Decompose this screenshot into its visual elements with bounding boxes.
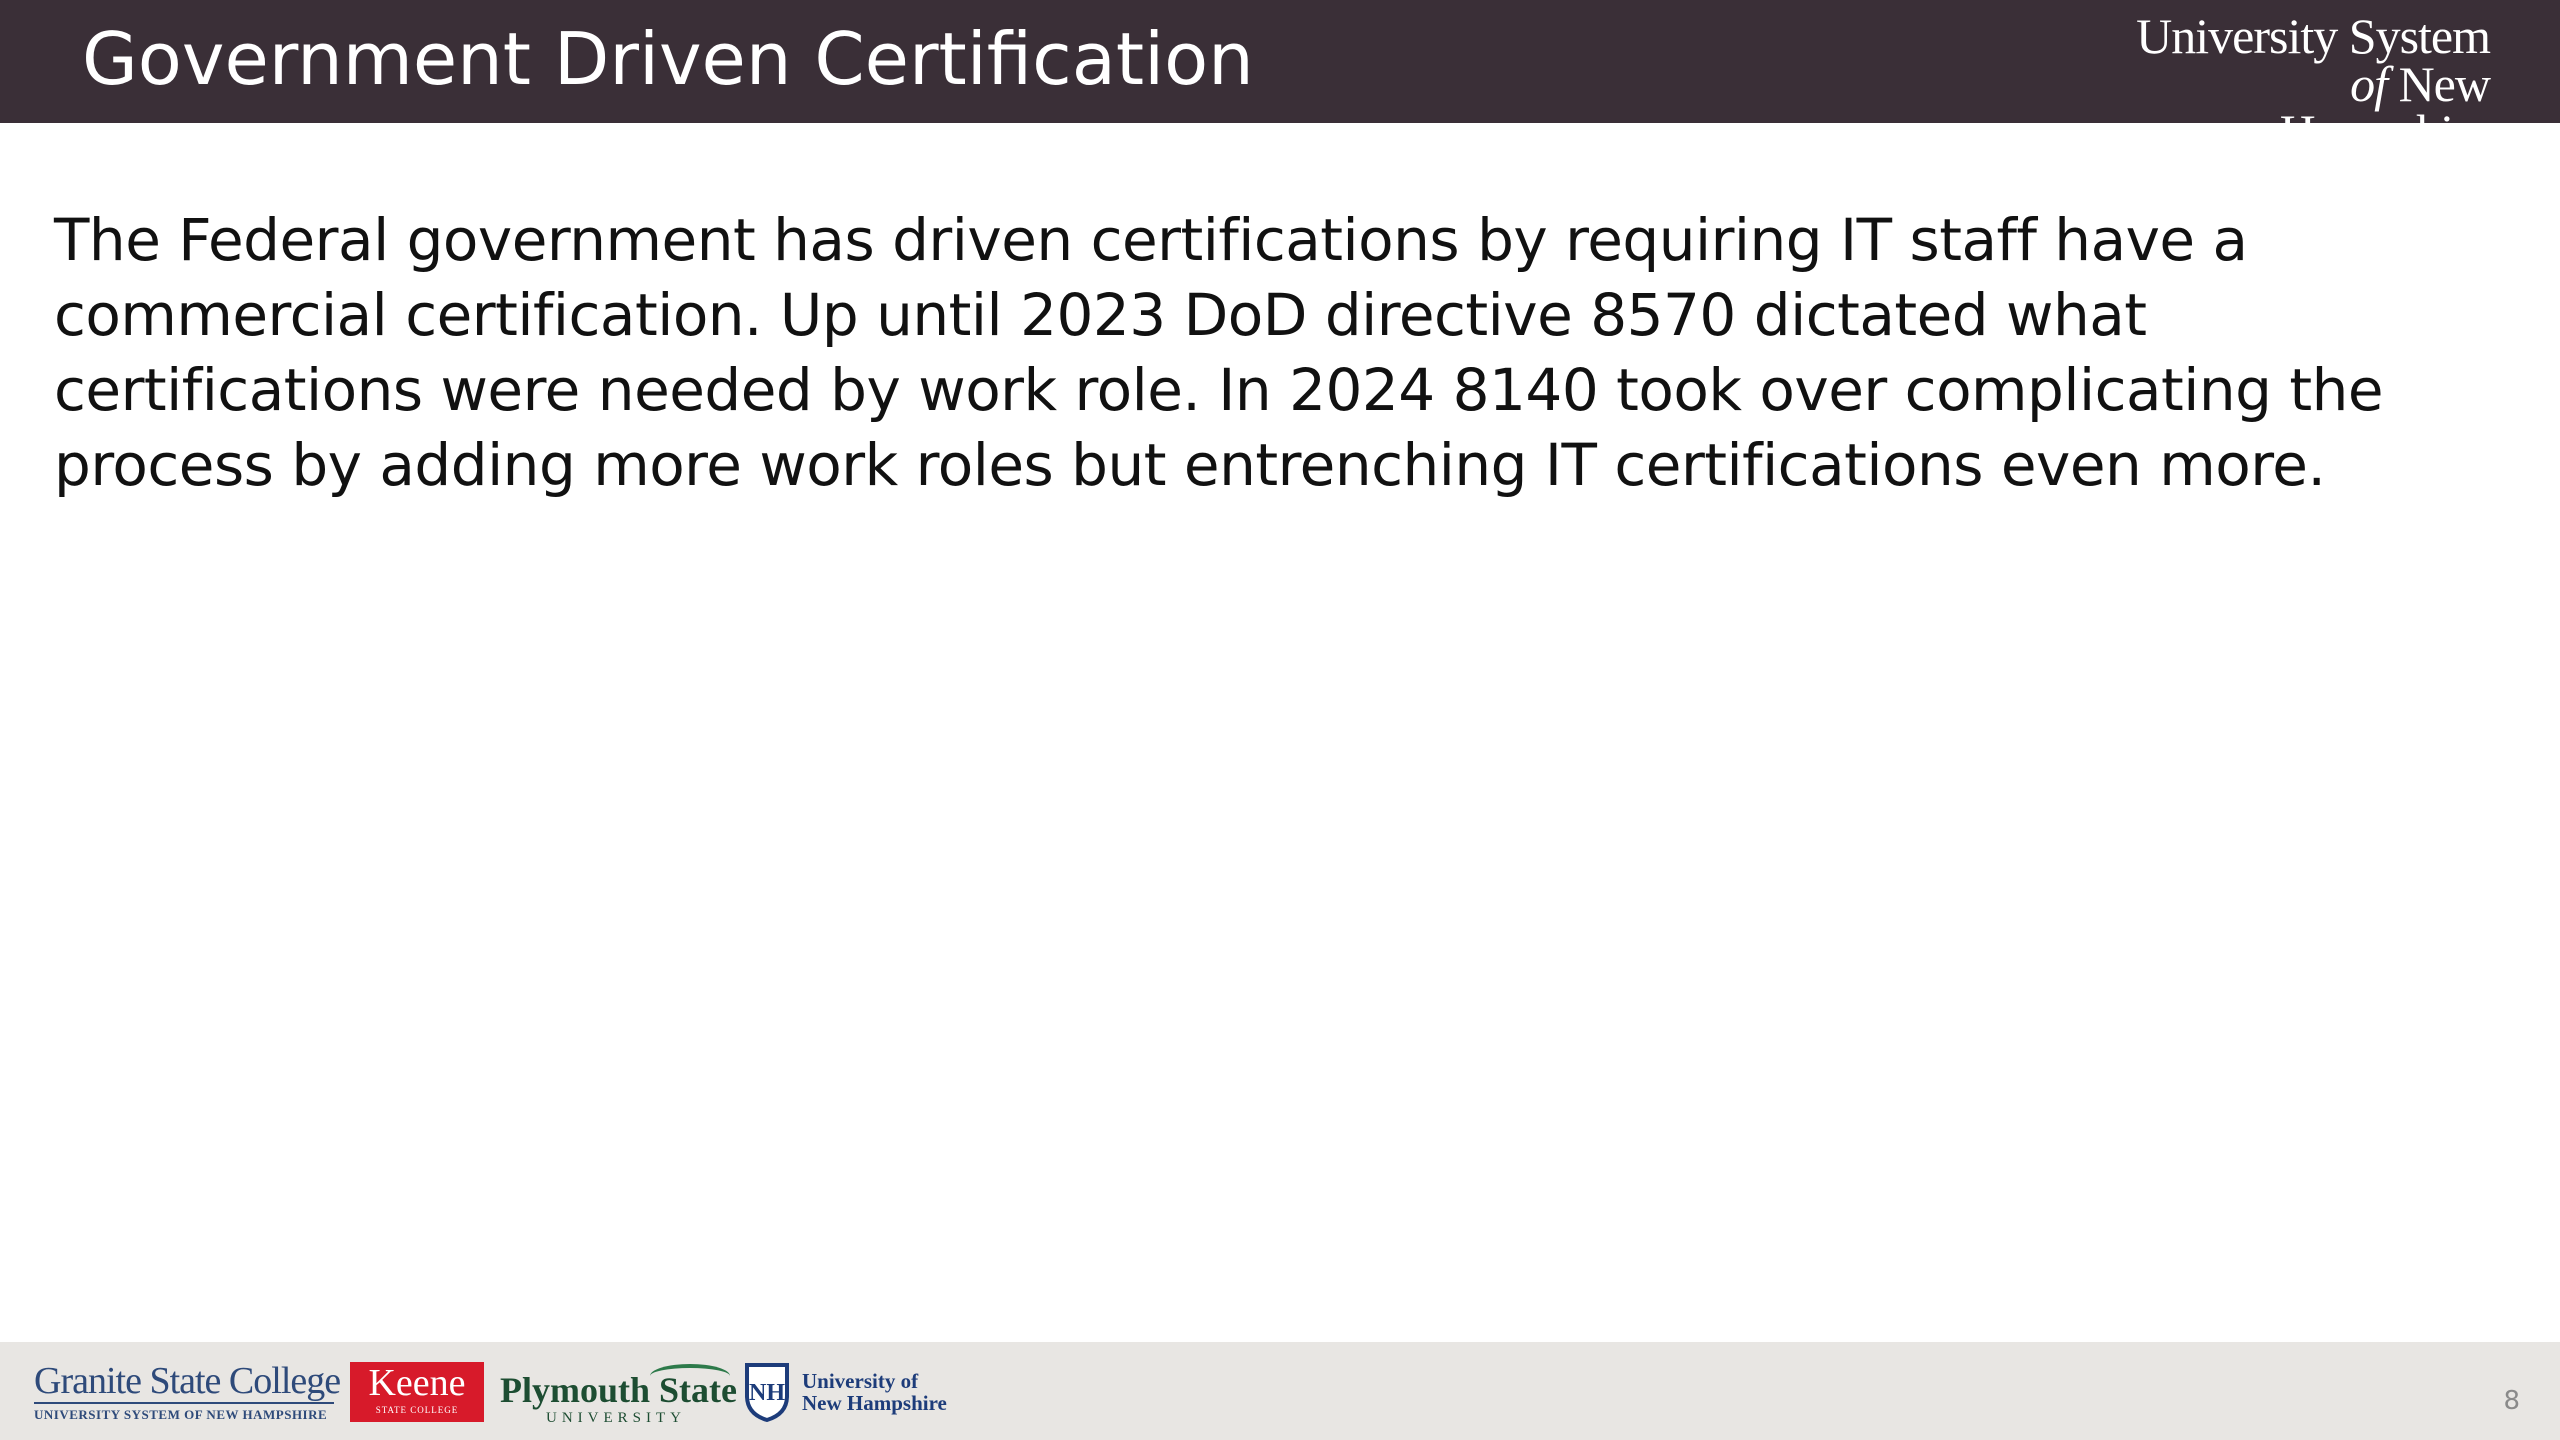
slide-title: Government Driven Certification	[82, 17, 1254, 101]
usnh-logo: University System of New Hampshire	[2130, 8, 2491, 157]
unh-shield-icon: NH	[745, 1363, 789, 1422]
unh-logo-line1: University of	[802, 1369, 919, 1393]
psu-logo-sub: UNIVERSITY	[546, 1410, 686, 1426]
gsc-logo-sub: UNIVERSITY SYSTEM OF NEW HAMPSHIRE	[34, 1402, 334, 1424]
body-paragraph: The Federal government has driven certif…	[54, 206, 2384, 499]
header-bar: Government Driven Certification Universi…	[0, 0, 2560, 157]
unh-logo-line2: New Hampshire	[802, 1391, 947, 1415]
page-number: 8	[2503, 1386, 2520, 1416]
psu-arc-icon	[650, 1364, 730, 1388]
plymouth-state-logo: Plymouth State UNIVERSITY	[500, 1360, 737, 1426]
granite-state-college-logo: Granite State College UNIVERSITY SYSTEM …	[34, 1360, 341, 1424]
gsc-logo-main: Granite State College	[34, 1360, 341, 1402]
unh-logo-text: University of New Hampshire	[802, 1370, 947, 1414]
unh-shield-label: NH	[749, 1380, 785, 1406]
keene-state-college-logo: Keene STATE COLLEGE	[350, 1362, 484, 1422]
keene-logo-sub: STATE COLLEGE	[375, 1405, 459, 1415]
usnh-logo-line1: University System	[2136, 8, 2491, 64]
footer-logos: Granite State College UNIVERSITY SYSTEM …	[34, 1360, 947, 1426]
usnh-logo-line2: of New Hampshire	[2130, 59, 2491, 157]
keene-logo-main: Keene	[368, 1362, 466, 1404]
slide: Government Driven Certification Universi…	[0, 0, 2560, 1440]
unh-logo: NH University of New Hampshire	[744, 1360, 947, 1424]
